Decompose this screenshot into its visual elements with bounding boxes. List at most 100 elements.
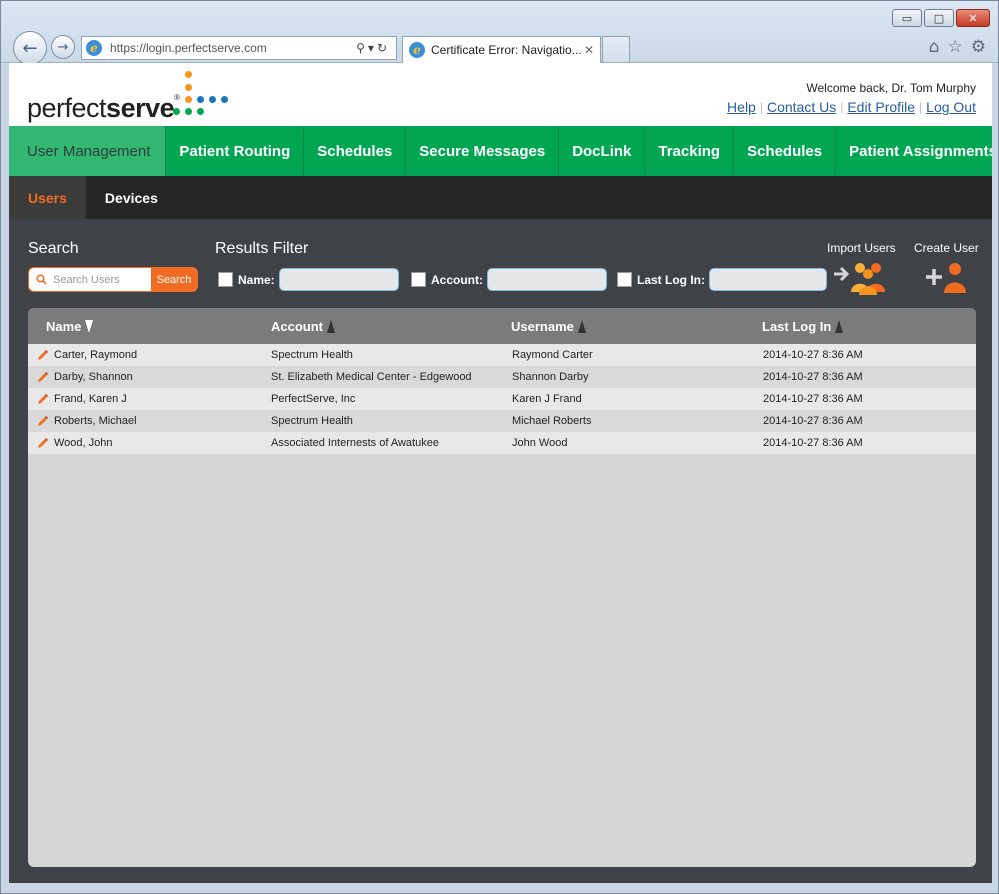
settings-gear-icon[interactable]: ⚙ (971, 37, 986, 57)
magnifier-icon (29, 268, 47, 291)
table-row[interactable]: Carter, Raymond Spectrum Health Raymond … (28, 344, 976, 366)
cell-last-login: 2014-10-27 8:36 AM (763, 349, 863, 361)
cell-account: Spectrum Health (271, 349, 353, 361)
page: perfectserve® Welcome back, Dr. Tom Murp… (9, 63, 992, 883)
edit-pencil-icon[interactable] (37, 437, 49, 449)
create-user-button[interactable]: Create User (914, 241, 979, 295)
nav-schedules[interactable]: Schedules (304, 126, 407, 176)
edit-pencil-icon[interactable] (37, 393, 49, 405)
table-row[interactable]: Roberts, Michael Spectrum Health Michael… (28, 410, 976, 432)
table-row[interactable]: Darby, Shannon St. Elizabeth Medical Cen… (28, 366, 976, 388)
results-filter-title: Results Filter (215, 240, 309, 257)
import-users-button[interactable]: Import Users (827, 241, 896, 295)
edit-pencil-icon[interactable] (37, 415, 49, 427)
search-refresh-icons[interactable]: ⚲▾↻ (356, 41, 390, 55)
maximize-button[interactable]: □ (924, 9, 954, 27)
address-bar[interactable]: e https://login.perfectserve.com ⚲▾↻ (81, 36, 397, 60)
sub-navigation: Users Devices (9, 176, 992, 219)
edit-pencil-icon[interactable] (37, 371, 49, 383)
cell-username: Michael Roberts (512, 415, 592, 427)
cell-last-login: 2014-10-27 8:36 AM (763, 415, 863, 427)
name-filter-checkbox[interactable] (218, 272, 233, 287)
nav-doclink[interactable]: DocLink (559, 126, 646, 176)
import-users-icon (834, 263, 886, 295)
nav-secure-messages[interactable]: Secure Messages (406, 126, 560, 176)
subnav-users[interactable]: Users (9, 176, 86, 219)
name-filter-label: Name: (238, 272, 275, 287)
last-login-filter-checkbox[interactable] (617, 272, 632, 287)
import-users-label: Import Users (827, 241, 896, 255)
close-window-button[interactable]: ✕ (956, 9, 990, 27)
cell-username: Shannon Darby (512, 371, 589, 383)
link-separator: | (759, 100, 763, 114)
last-login-filter-label: Last Log In: (637, 272, 705, 287)
account-filter-label: Account: (431, 272, 483, 287)
browser-toolbar-icons: ⌂ ☆ ⚙ (929, 37, 986, 57)
nav-user-management[interactable]: User Management (9, 126, 167, 176)
table-row[interactable]: Frand, Karen J PerfectServe, Inc Karen J… (28, 388, 976, 410)
home-icon[interactable]: ⌂ (929, 37, 940, 57)
column-header-account[interactable]: Account (271, 319, 335, 334)
cell-name: Darby, Shannon (54, 371, 133, 383)
log-out-link[interactable]: Log Out (926, 99, 976, 115)
sort-ascending-icon (577, 320, 586, 333)
search-button[interactable]: Search (151, 268, 197, 291)
nav-schedules-2[interactable]: Schedules (734, 126, 837, 176)
new-tab-button[interactable] (602, 36, 630, 62)
column-header-username[interactable]: Username (511, 319, 586, 334)
cell-name: Roberts, Michael (54, 415, 137, 427)
cell-last-login: 2014-10-27 8:36 AM (763, 371, 863, 383)
ie-icon: e (86, 40, 102, 56)
column-header-last-login[interactable]: Last Log In (762, 319, 844, 334)
account-filter-checkbox[interactable] (411, 272, 426, 287)
search-box: Search (28, 267, 198, 292)
nav-patient-assignments[interactable]: Patient Assignments (836, 126, 992, 176)
tab-ie-icon: e (409, 42, 425, 58)
account-filter-input[interactable] (487, 268, 607, 291)
back-button[interactable]: ← (13, 31, 47, 65)
edit-pencil-icon[interactable] (37, 349, 49, 361)
forward-arrow-icon: → (57, 39, 69, 55)
forward-button[interactable]: → (51, 35, 75, 59)
minimize-button[interactable]: ▭ (892, 9, 922, 27)
users-table: Name Account Username Last Log In Carter… (28, 308, 976, 867)
column-header-name[interactable]: Name (46, 319, 94, 334)
link-separator: | (919, 100, 923, 114)
back-arrow-icon: ← (22, 37, 38, 59)
cell-name: Wood, John (54, 437, 113, 449)
perfectserve-logo[interactable]: perfectserve® (27, 93, 180, 124)
cell-account: Spectrum Health (271, 415, 353, 427)
table-body: Carter, Raymond Spectrum Health Raymond … (28, 344, 976, 454)
subnav-devices[interactable]: Devices (86, 176, 177, 219)
link-separator: | (840, 100, 844, 114)
column-header-account-label: Account (271, 319, 323, 334)
edit-profile-link[interactable]: Edit Profile (847, 99, 915, 115)
cell-last-login: 2014-10-27 8:36 AM (763, 393, 863, 405)
favorites-star-icon[interactable]: ☆ (948, 37, 963, 57)
column-header-name-label: Name (46, 319, 82, 334)
cell-account: Associated Internests of Awatukee (271, 437, 439, 449)
cell-name: Carter, Raymond (54, 349, 138, 361)
contact-us-link[interactable]: Contact Us (767, 99, 836, 115)
create-user-label: Create User (914, 241, 979, 255)
cell-account: PerfectServe, Inc (271, 393, 356, 405)
help-link[interactable]: Help (727, 99, 756, 115)
column-header-username-label: Username (511, 319, 574, 334)
url-text[interactable]: https://login.perfectserve.com (110, 41, 356, 55)
search-users-input[interactable] (47, 268, 151, 291)
sort-descending-icon (85, 320, 94, 333)
sort-ascending-icon (327, 320, 335, 333)
table-row[interactable]: Wood, John Associated Internests of Awat… (28, 432, 976, 454)
nav-tracking[interactable]: Tracking (645, 126, 735, 176)
content-panel: Search Search Results Filter Name: Accou… (9, 219, 992, 883)
last-login-filter-input[interactable] (709, 268, 827, 291)
nav-patient-routing[interactable]: Patient Routing (166, 126, 305, 176)
window-controls: ▭ □ ✕ (892, 9, 990, 27)
browser-window: ▭ □ ✕ ← → e https://login.perfectserve.c… (0, 0, 999, 894)
tab-title: Certificate Error: Navigatio... (431, 43, 582, 57)
tab-close-icon[interactable]: ✕ (584, 43, 594, 57)
name-filter-input[interactable] (278, 268, 399, 291)
browser-tab[interactable]: e Certificate Error: Navigatio... ✕ (402, 36, 601, 63)
cell-last-login: 2014-10-27 8:36 AM (763, 437, 863, 449)
header-links: Help | Contact Us | Edit Profile | Log O… (727, 99, 976, 115)
